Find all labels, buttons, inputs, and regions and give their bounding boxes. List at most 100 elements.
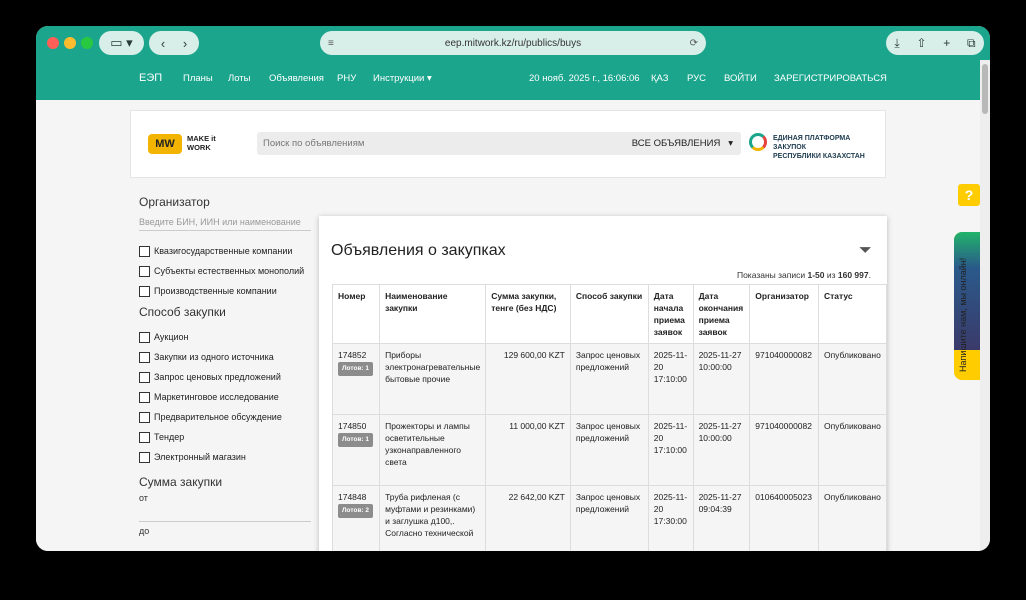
cell-organizer: 010640005023 — [749, 485, 819, 551]
address-bar[interactable]: ≡ eep.mitwork.kz/ru/publics/buys ⟳ — [320, 31, 706, 55]
sum-filter-title: Сумма закупки — [139, 475, 223, 489]
checkbox[interactable] — [139, 371, 150, 383]
header-datetime: 20 нояб. 2025 г., 16:06:06 — [529, 73, 640, 84]
reload-icon[interactable]: ⟳ — [690, 38, 698, 49]
lots-badge: Лотов: 1 — [338, 362, 374, 376]
back-icon[interactable]: ‹ — [152, 36, 174, 51]
cell-name[interactable]: Прожекторы и лампы осветительные узконап… — [379, 414, 487, 486]
nav-plans[interactable]: Планы — [183, 73, 213, 84]
cell-start: 2025-11-20 17:30:00 — [647, 485, 694, 551]
checkbox[interactable] — [139, 351, 150, 363]
organizer-option[interactable]: Производственные компании — [139, 281, 311, 301]
table-row[interactable]: 174852 Лотов: 1 Приборы электронагревател… — [331, 343, 888, 415]
nav-instructions[interactable]: Инструкции ▾ — [373, 73, 432, 84]
checkbox[interactable] — [139, 265, 150, 277]
browser-titlebar: ▭ ▾ ‹ › ≡ eep.mitwork.kz/ru/publics/buys… — [36, 26, 990, 60]
online-chat-tab[interactable]: Напишите нам, мы онлайн! — [954, 232, 980, 380]
checkbox[interactable] — [139, 411, 150, 423]
minimize-window-button[interactable] — [64, 37, 76, 49]
table-row[interactable]: 174848 Лотов: 2 Труба рифленая (с муфтами… — [331, 485, 888, 551]
col-header-end[interactable]: Дата окончания приема заявок — [692, 284, 751, 344]
sum-to-label: до — [139, 526, 150, 536]
method-option[interactable]: Предварительное обсуждение — [139, 407, 311, 427]
nav-instructions-label: Инструкции — [373, 73, 425, 84]
lang-ru-link[interactable]: РУС — [687, 73, 706, 84]
method-option[interactable]: Аукцион — [139, 327, 311, 347]
download-icon[interactable]: ⤓ — [894, 36, 899, 51]
table-row[interactable]: 174850 Лотов: 1 Прожекторы и лампы освети… — [331, 414, 888, 486]
checkbox[interactable] — [139, 391, 150, 403]
method-option[interactable]: Электронный магазин — [139, 447, 311, 467]
search-panel: MW MAKE it WORK Поиск по объявлениям ВСЕ … — [130, 110, 886, 178]
site-header: ЕЭП Планы Лоты Объявления РНУ Инструкции… — [36, 60, 990, 100]
nav-announcements[interactable]: Объявления — [269, 73, 324, 84]
login-link[interactable]: ВОЙТИ — [724, 73, 757, 84]
records-count: Показаны записи 1-50 из 160 997. — [736, 270, 871, 280]
cell-number[interactable]: 174852 Лотов: 1 — [331, 343, 381, 415]
mw-logo[interactable]: MW — [148, 134, 182, 154]
scrollbar-thumb[interactable] — [982, 64, 988, 114]
chevron-down-icon: ▾ — [426, 73, 432, 84]
page-content: MW MAKE it WORK Поиск по объявлениям ВСЕ … — [36, 100, 980, 551]
col-header-start[interactable]: Дата начала приема заявок — [647, 284, 694, 344]
tabs-overview-icon[interactable]: ⧉ — [967, 36, 976, 51]
lang-kz-link[interactable]: ҚАЗ — [651, 73, 669, 84]
cell-start: 2025-11-20 17:10:00 — [647, 414, 694, 486]
chat-tab-label: Напишите нам, мы онлайн! — [958, 257, 968, 372]
url-text: eep.mitwork.kz/ru/publics/buys — [444, 37, 582, 49]
checkbox[interactable] — [139, 285, 150, 297]
forward-icon[interactable]: › — [174, 36, 196, 51]
filter-funnel-icon[interactable]: ⏷ — [859, 242, 872, 260]
page-menu-icon[interactable]: ≡ — [328, 38, 334, 49]
cell-number[interactable]: 174850 Лотов: 1 — [331, 414, 381, 486]
method-option[interactable]: Запрос ценовых предложений — [139, 367, 311, 387]
cell-sum: 22 642,00 KZT — [485, 485, 571, 551]
organizer-filter-title: Организатор — [139, 195, 210, 209]
method-option[interactable]: Тендер — [139, 427, 311, 447]
method-option[interactable]: Закупки из одного источника — [139, 347, 311, 367]
organizer-option[interactable]: Субъекты естественных монополий — [139, 261, 311, 281]
share-icon[interactable]: ⇧ — [916, 36, 926, 50]
method-option[interactable]: Маркетинговое исследование — [139, 387, 311, 407]
sum-from-input[interactable] — [139, 521, 311, 522]
organizer-search-input[interactable]: Введите БИН, ИИН или наименование — [139, 217, 311, 231]
mw-logo-text: MAKE it WORK — [187, 134, 216, 152]
page-title: Объявления о закупках — [331, 242, 506, 259]
cell-sum: 129 600,00 KZT — [485, 343, 571, 415]
checkbox[interactable] — [139, 331, 150, 343]
checkbox[interactable] — [139, 431, 150, 443]
col-header-number[interactable]: Номер — [331, 284, 381, 344]
col-header-method[interactable]: Способ закупки — [569, 284, 649, 344]
cell-status: Опубликовано — [817, 414, 888, 486]
brand-link[interactable]: ЕЭП — [139, 72, 162, 84]
nav-lots[interactable]: Лоты — [228, 73, 251, 84]
browser-window: ▭ ▾ ‹ › ≡ eep.mitwork.kz/ru/publics/buys… — [36, 26, 990, 551]
register-link[interactable]: ЗАРЕГИСТРИРОВАТЬСЯ — [774, 73, 887, 84]
cell-number[interactable]: 174848 Лотов: 2 — [331, 485, 381, 551]
cell-name[interactable]: Приборы электронагревательные бытовые пр… — [379, 343, 487, 415]
announcements-table: Номер Наименование закупки Сумма закупки… — [331, 284, 888, 551]
checkbox[interactable] — [139, 451, 150, 463]
announcement-type-select[interactable]: ВСЕ ОБЪЯВЛЕНИЯ ▾ — [632, 138, 733, 149]
checkbox[interactable] — [139, 245, 150, 257]
cell-name[interactable]: Труба рифленая (с муфтами и резинками) и… — [379, 485, 487, 551]
cell-method: Запрос ценовых предложений — [569, 485, 649, 551]
new-tab-icon[interactable]: + — [943, 36, 950, 50]
col-header-name[interactable]: Наименование закупки — [379, 284, 487, 344]
col-header-status[interactable]: Статус — [817, 284, 888, 344]
cell-method: Запрос ценовых предложений — [569, 414, 649, 486]
sidebar-toggle-button[interactable]: ▭ ▾ — [99, 31, 144, 55]
cell-status: Опубликовано — [817, 343, 888, 415]
page-scrollbar[interactable] — [980, 60, 990, 551]
search-placeholder: Поиск по объявлениям — [263, 138, 365, 149]
nav-rnu[interactable]: РНУ — [337, 73, 356, 84]
organizer-option[interactable]: Квазигосударственные компании — [139, 241, 311, 261]
col-header-organizer[interactable]: Организатор — [749, 284, 819, 344]
col-header-sum[interactable]: Сумма закупки, тенге (без НДС) — [485, 284, 571, 344]
maximize-window-button[interactable] — [81, 37, 93, 49]
close-window-button[interactable] — [47, 37, 59, 49]
history-nav: ‹ › — [149, 31, 199, 55]
cell-sum: 11 000,00 KZT — [485, 414, 571, 486]
search-input[interactable]: Поиск по объявлениям ВСЕ ОБЪЯВЛЕНИЯ ▾ — [257, 132, 741, 155]
help-button[interactable]: ? — [958, 184, 980, 206]
